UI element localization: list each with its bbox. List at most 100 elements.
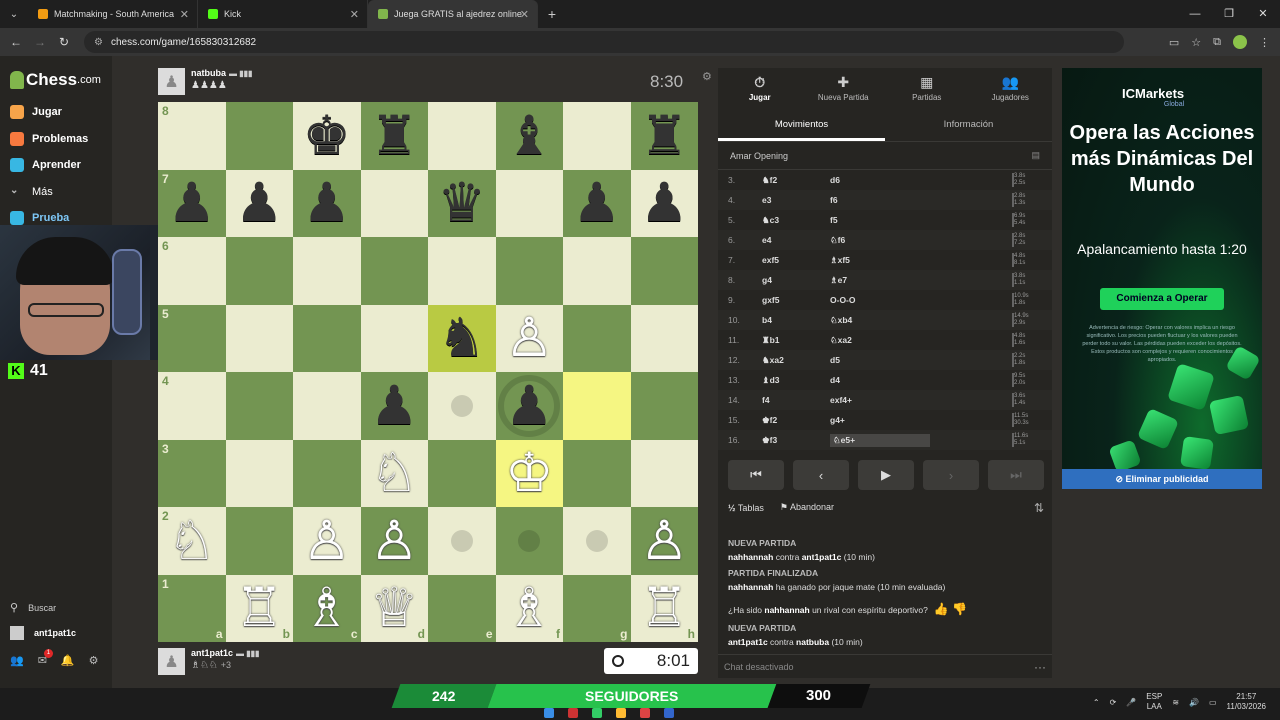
square-g1[interactable]: g	[563, 574, 631, 642]
next-move-button[interactable]: ›	[923, 460, 979, 490]
square-h7[interactable]: ♟	[630, 169, 698, 237]
advertisement[interactable]: ICMarkets Global Opera las Acciones más D…	[1062, 68, 1262, 489]
white-move[interactable]: e3	[762, 195, 830, 205]
draw-button[interactable]: ½ Tablas	[728, 503, 764, 513]
square-b6[interactable]	[225, 237, 293, 305]
friends-icon[interactable]: 👥	[10, 654, 24, 667]
tab-moves[interactable]: Movimientos	[718, 108, 885, 141]
white-move[interactable]: b4	[762, 315, 830, 325]
app-icon[interactable]	[592, 708, 602, 718]
chess-board[interactable]: 8 ♚ ♜ ♝ ♜ ♟ 7 ♟ ♟ ♛ ♟ ♟ 6 5 ♞ ♙ 4 ♟ ♟ 3 ♘ ♔ ♘ 2 ♙ ♙ ♙ 1 a ♖ b ♗ c ♕ d e ♗ f g ♖…	[158, 102, 698, 642]
sidebar-item-trial[interactable]: Prueba	[10, 211, 69, 225]
square-g5[interactable]	[563, 304, 631, 372]
forward-icon[interactable]: →	[28, 35, 52, 49]
square-h8[interactable]: ♜	[630, 102, 698, 170]
square-d5[interactable]	[360, 304, 428, 372]
play-button[interactable]: ▶	[858, 460, 914, 490]
white-move[interactable]: ♞c3	[762, 215, 830, 226]
square-a7[interactable]: ♟ 7	[158, 169, 226, 237]
chess-piece[interactable]: ♖	[235, 581, 283, 635]
board-settings-gear-icon[interactable]: ⚙	[702, 70, 712, 83]
last-move-button[interactable]: ⏭	[988, 460, 1044, 490]
square-d7[interactable]	[360, 169, 428, 237]
white-move[interactable]: f4	[762, 395, 830, 405]
white-move[interactable]: e4	[762, 235, 830, 245]
square-g6[interactable]	[563, 237, 631, 305]
square-b5[interactable]	[225, 304, 293, 372]
site-settings-icon[interactable]: ⚙	[94, 37, 103, 48]
chess-piece[interactable]: ♟	[640, 176, 688, 230]
square-d8[interactable]: ♜	[360, 102, 428, 170]
square-c7[interactable]: ♟	[293, 169, 361, 237]
white-move[interactable]: ♜b1	[762, 335, 830, 346]
log-player[interactable]: ant1pat1c	[802, 552, 842, 562]
mic-icon[interactable]: 🎤	[1126, 698, 1136, 707]
black-move[interactable]: ♘xa2	[830, 335, 930, 346]
language-indicator[interactable]: ESP LAA	[1146, 692, 1162, 712]
square-b7[interactable]: ♟	[225, 169, 293, 237]
white-move[interactable]: g4	[762, 275, 830, 285]
square-e5[interactable]: ♞	[428, 304, 496, 372]
resign-button[interactable]: ⚑ Abandonar	[780, 502, 834, 513]
square-c1[interactable]: ♗ c	[293, 574, 361, 642]
chess-piece[interactable]: ♙	[303, 513, 351, 568]
sidebar-search[interactable]: ⚲ Buscar	[10, 601, 56, 614]
sidebar-item-more[interactable]: ⌄ Más	[10, 185, 53, 199]
chess-piece[interactable]: ♗	[303, 581, 351, 635]
square-a2[interactable]: ♘ 2	[158, 507, 226, 575]
bottom-player-name[interactable]: ant1pat1c	[191, 648, 233, 658]
square-c8[interactable]: ♚	[293, 102, 361, 170]
battery-icon[interactable]: ▭	[1209, 698, 1217, 707]
clock[interactable]: 21:57 11/03/2026	[1227, 692, 1266, 712]
white-move[interactable]: ♞f2	[762, 175, 830, 186]
chess-piece[interactable]: ♔	[505, 446, 553, 500]
square-d1[interactable]: ♕ d	[360, 574, 428, 642]
square-f4[interactable]: ♟	[495, 372, 563, 440]
chess-piece[interactable]: ♟	[235, 176, 283, 230]
sidebar-item-learn[interactable]: Aprender	[10, 158, 81, 172]
chess-piece[interactable]: ♜	[370, 108, 418, 163]
volume-icon[interactable]: 🔊	[1189, 698, 1199, 707]
app-icon[interactable]	[568, 708, 578, 718]
square-e4[interactable]	[428, 372, 496, 440]
close-icon[interactable]: ✕	[520, 8, 529, 21]
square-c5[interactable]	[293, 304, 361, 372]
chess-piece[interactable]: ♟	[573, 176, 621, 230]
tab-kick[interactable]: Kick ✕	[198, 0, 368, 28]
square-g8[interactable]	[563, 102, 631, 170]
remove-ads-button[interactable]: ⊘ Eliminar publicidad	[1062, 469, 1262, 489]
black-move[interactable]: ♗e7	[830, 275, 930, 286]
square-a8[interactable]: 8	[158, 102, 226, 170]
chess-logo[interactable]: Chess .com	[10, 70, 101, 90]
flip-board-icon[interactable]: ⇅	[1034, 501, 1044, 515]
tab-chess[interactable]: Juega GRATIS al ajedrez online ✕	[368, 0, 538, 28]
tab-play[interactable]: ⏱ Jugar	[718, 68, 802, 108]
move-list[interactable]: 3. ♞f2 d6 3.8s 2.5s 4. e3 f6 2.8s 1.3s 5. ♞c3 f5 6.9s…	[718, 170, 1052, 450]
square-g7[interactable]: ♟	[563, 169, 631, 237]
square-b2[interactable]	[225, 507, 293, 575]
square-d4[interactable]: ♟	[360, 372, 428, 440]
white-move[interactable]: ♝d3	[762, 375, 830, 386]
black-move[interactable]: ♘xb4	[830, 315, 930, 326]
tab-matchmaking[interactable]: Matchmaking - South America ✕	[28, 0, 198, 28]
black-move[interactable]: d6	[830, 175, 930, 185]
app-icon[interactable]	[664, 708, 674, 718]
chess-piece[interactable]: ♖	[640, 581, 688, 635]
windows-start-icon[interactable]	[544, 708, 554, 718]
sync-icon[interactable]: ⟳	[1110, 698, 1117, 707]
square-f5[interactable]: ♙	[495, 304, 563, 372]
move-hint[interactable]	[518, 529, 541, 552]
chess-piece[interactable]: ♙	[370, 513, 418, 568]
white-move[interactable]: exf5	[762, 255, 830, 265]
move-hint[interactable]	[450, 394, 473, 417]
profile-avatar[interactable]	[1233, 35, 1247, 49]
chess-piece[interactable]: ♛	[438, 176, 486, 230]
square-b8[interactable]	[225, 102, 293, 170]
square-a4[interactable]: 4	[158, 372, 226, 440]
tab-new-game[interactable]: ✚ Nueva Partida	[802, 68, 886, 108]
messages-icon[interactable]: ✉ 1	[38, 649, 53, 667]
more-options-icon[interactable]: ···	[1034, 660, 1046, 674]
chess-piece[interactable]: ♗	[505, 581, 553, 635]
chess-piece[interactable]: ♙	[505, 311, 553, 365]
square-h6[interactable]	[630, 237, 698, 305]
